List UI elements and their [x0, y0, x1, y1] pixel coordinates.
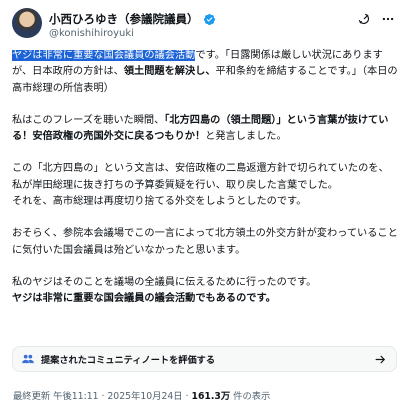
tweet-text-line: この「北方四島の」という文言は、安倍政権の二島返還方針で切られていたのを、私が岸…: [12, 163, 389, 191]
timestamp[interactable]: 最終更新 午後11:11 · 2025年10月24日 ·: [13, 391, 191, 402]
tweet-paragraph-3: この「北方四島の」という文言は、安倍政権の二島返還方針で切られていたのを、私が岸…: [12, 161, 398, 210]
tweet-text: ヤジは非常に重要な国会議員の議会活動です。「日露関係は厳しい状況にありますが、日…: [12, 24, 398, 324]
community-notes-icon: [22, 354, 34, 364]
tweet-bold-line: ヤジは非常に重要な国会議員の議会活動でもあるのです。: [12, 293, 276, 305]
view-label: 件の表示: [230, 391, 271, 402]
tweet-text-line: 私のヤジはそのことを議場の全議員に伝えるために行ったのです。: [12, 276, 317, 288]
selected-text: ヤジは非常に重要な国会議員の議会活動: [12, 50, 196, 61]
tweet-bold-segment: 領土問題を解決し、: [123, 66, 216, 78]
tweet-text-segment: と発言しました。: [205, 131, 287, 143]
arrow-right-icon: [375, 355, 385, 364]
tweet-text-line: それを、高市総理は再度切り捨てる外交をしようとしたのです。: [12, 196, 307, 208]
tweet-text-line: おそらく、参院本会議場でこの一言によって北方領土の外交方針が変わっていることに気…: [12, 228, 398, 256]
tweet-paragraph-4: おそらく、参院本会議場でこの一言によって北方領土の外交方針が変わっていることに気…: [12, 226, 398, 259]
community-note-button[interactable]: 提案されたコミュニティノートを評価する: [12, 346, 397, 372]
tweet-paragraph-1: ヤジは非常に重要な国会議員の議会活動です。「日露関係は厳しい状況にありますが、日…: [12, 48, 398, 97]
community-note-label: 提案されたコミュニティノートを評価する: [41, 355, 216, 366]
tweet-paragraph-2: 私はこのフレーズを聴いた瞬間、「北方四島の（領土問題）」という言葉が抜けている！…: [12, 113, 398, 146]
tweet-meta: 最終更新 午後11:11 · 2025年10月24日 · 161.3万 件の表示: [13, 388, 270, 402]
tweet-text-segment: 私はこのフレーズを聴いた瞬間、: [12, 114, 165, 126]
tweet-paragraph-5: 私のヤジはそのことを議場の全議員に伝えるために行ったのです。 ヤジは非常に重要な…: [12, 275, 398, 308]
view-count: 161.3万: [191, 391, 231, 402]
